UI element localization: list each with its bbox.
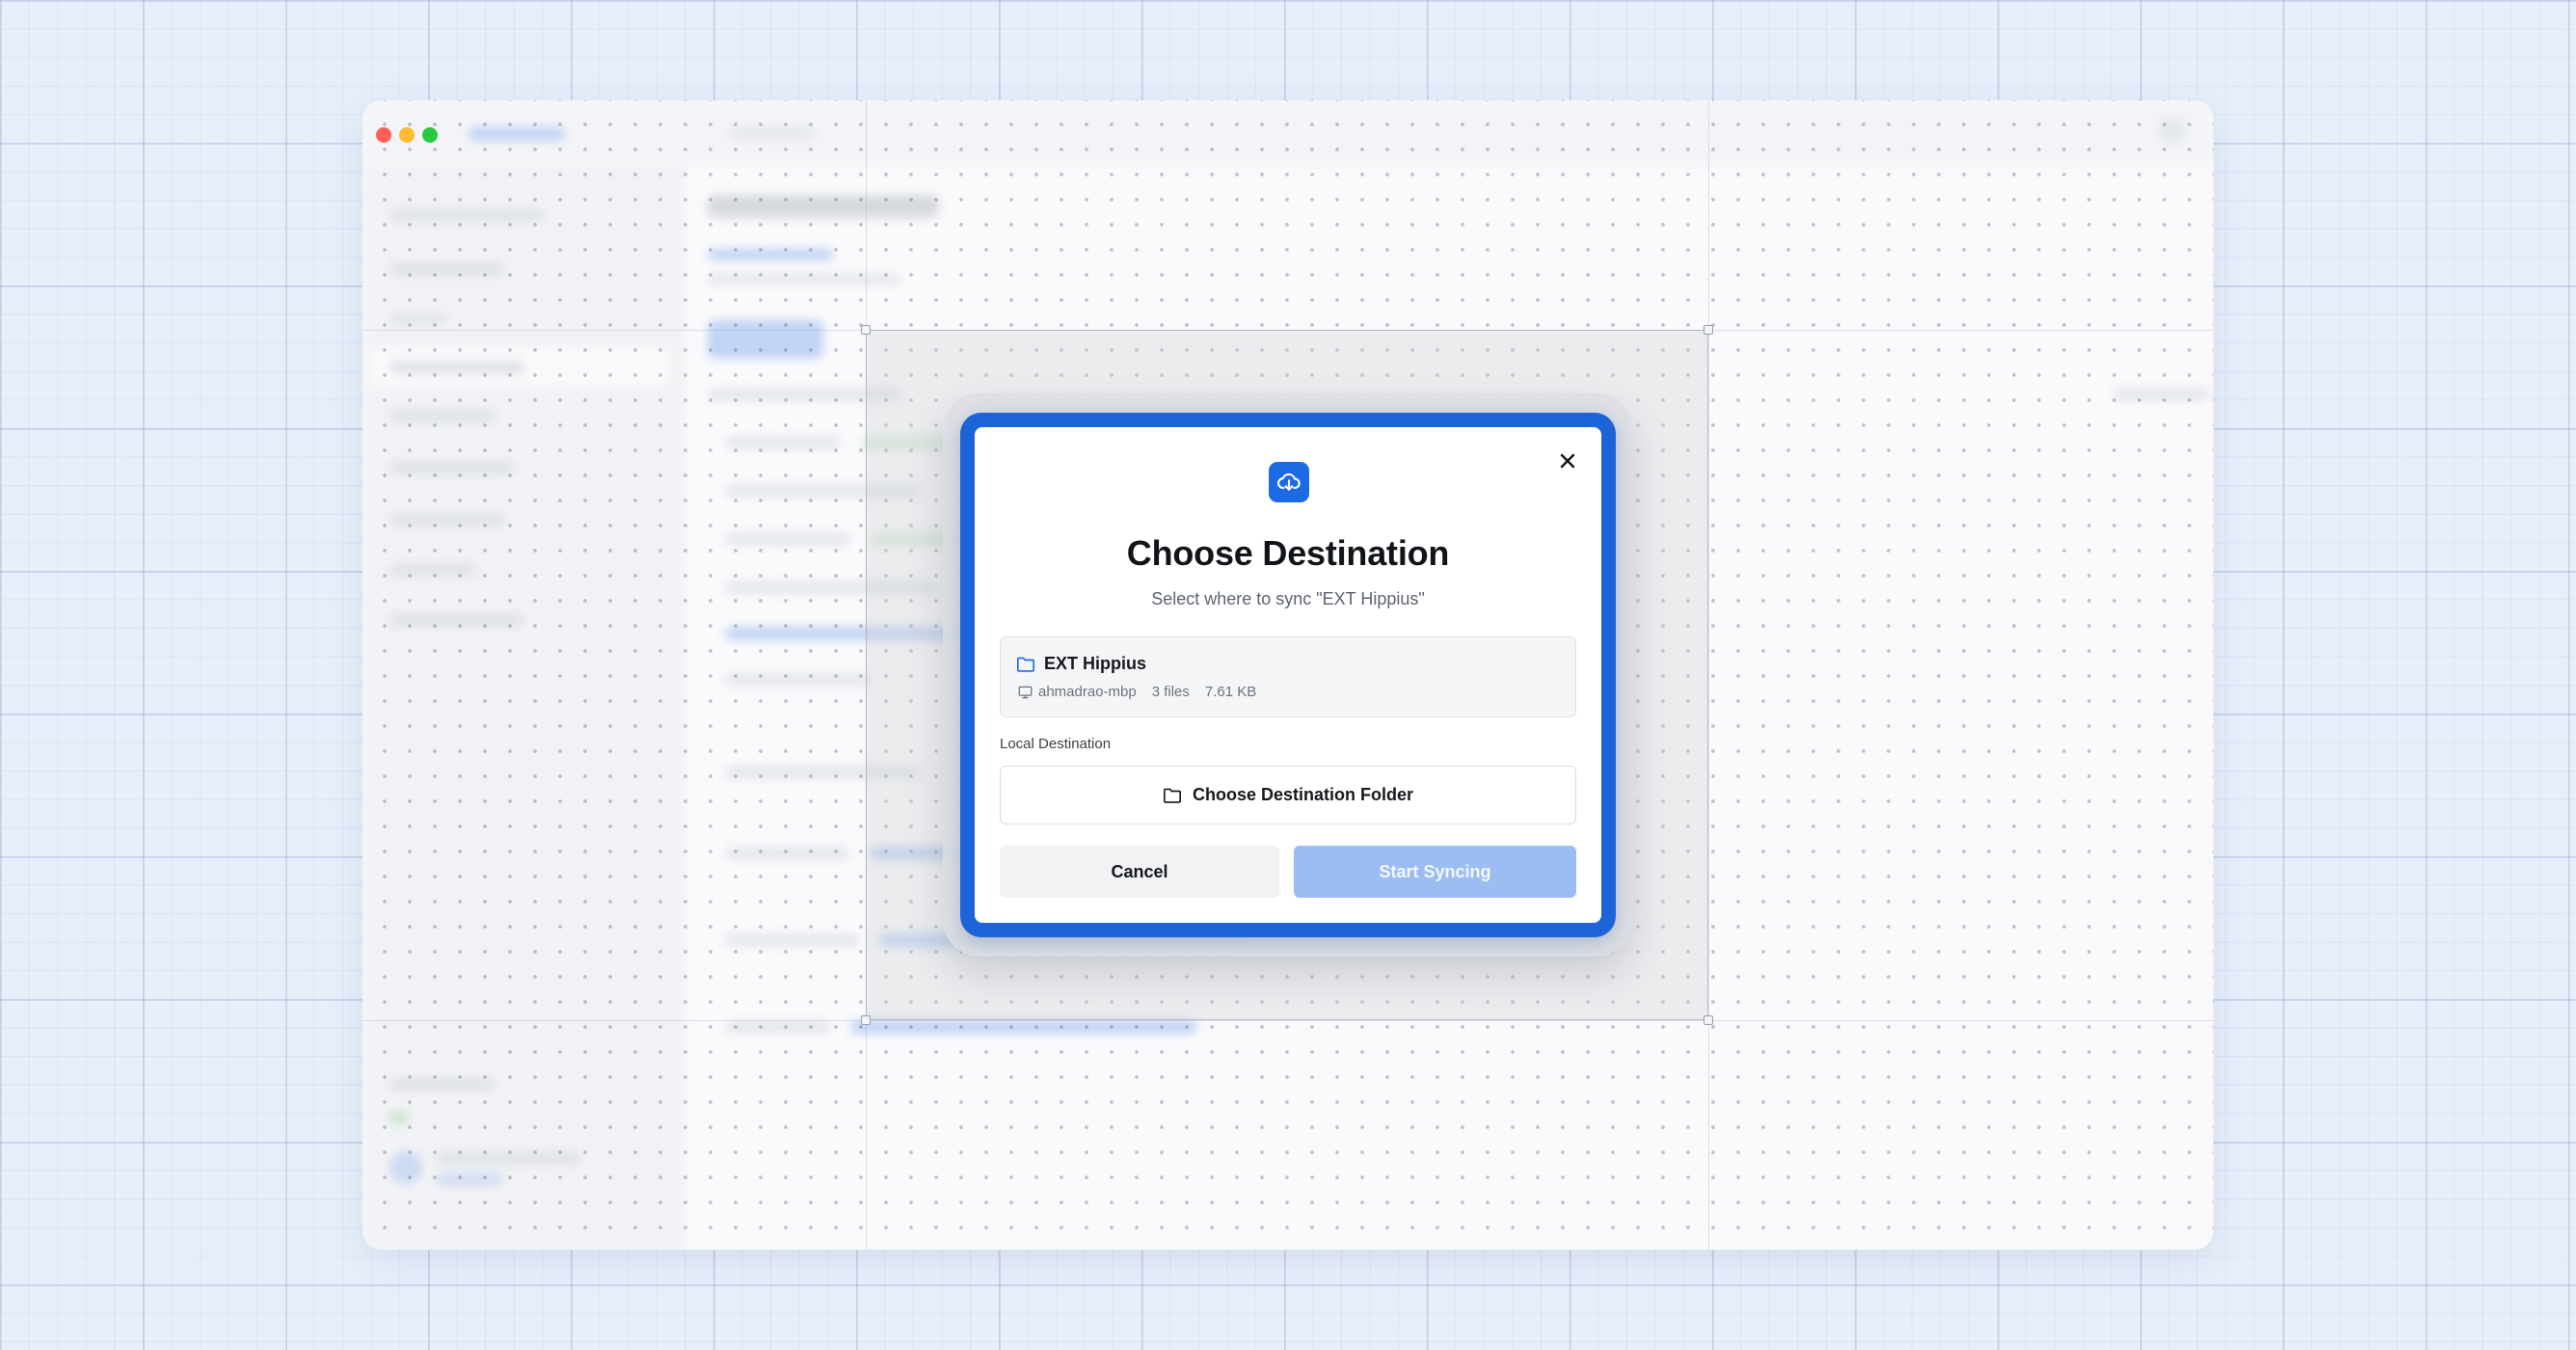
cancel-button[interactable]: Cancel bbox=[1000, 846, 1279, 898]
source-file-count: 3 files bbox=[1151, 684, 1190, 700]
dialog-subtitle: Select where to sync "EXT Hippius" bbox=[1151, 589, 1425, 608]
choose-destination-dialog: Choose Destination Select where to sync … bbox=[975, 427, 1601, 923]
resize-handle-top-right[interactable] bbox=[1704, 325, 1713, 335]
monitor-icon bbox=[1018, 686, 1033, 698]
folder-icon bbox=[1163, 788, 1181, 803]
start-syncing-button[interactable]: Start Syncing bbox=[1294, 846, 1576, 898]
cloud-download-icon bbox=[1269, 462, 1309, 502]
guide-line bbox=[362, 1020, 2214, 1021]
source-folder-card: EXT Hippius ahmadrao-mbp 3 files 7.61 KB bbox=[1000, 636, 1576, 717]
source-device: ahmadrao-mbp bbox=[1038, 684, 1137, 700]
choose-destination-folder-label: Choose Destination Folder bbox=[1192, 785, 1414, 804]
dialog-title: Choose Destination bbox=[1126, 533, 1450, 573]
window-zoom-dot[interactable] bbox=[422, 127, 438, 143]
window-minimize-dot[interactable] bbox=[399, 127, 415, 143]
close-icon bbox=[1560, 453, 1575, 469]
source-folder-name: EXT Hippius bbox=[1044, 654, 1147, 673]
resize-handle-bottom-left[interactable] bbox=[861, 1015, 871, 1025]
window-close-dot[interactable] bbox=[376, 127, 391, 143]
local-destination-label: Local Destination bbox=[1000, 736, 1112, 752]
close-button[interactable] bbox=[1553, 446, 1582, 475]
choose-destination-folder-button[interactable]: Choose Destination Folder bbox=[1000, 766, 1576, 824]
resize-handle-top-left[interactable] bbox=[861, 325, 871, 335]
resize-handle-bottom-right[interactable] bbox=[1704, 1015, 1713, 1025]
folder-icon bbox=[1017, 657, 1034, 672]
guide-line bbox=[1708, 100, 1709, 1250]
source-size: 7.61 KB bbox=[1204, 684, 1257, 700]
